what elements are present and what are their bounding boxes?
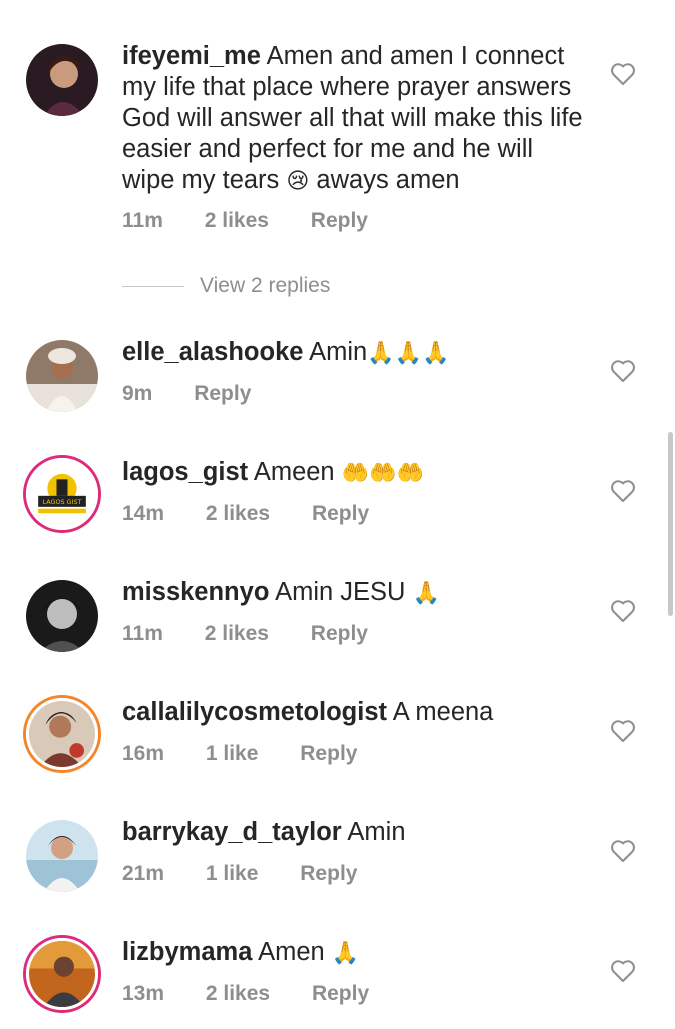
avatar[interactable]: LAGOS GIST xyxy=(26,458,98,530)
heart-outline-icon[interactable] xyxy=(610,62,636,86)
comment-text: callalilycosmetologist A meena xyxy=(122,697,592,728)
heart-outline-icon[interactable] xyxy=(610,839,636,863)
comment-username[interactable]: misskennyo xyxy=(122,578,269,606)
scrollbar[interactable] xyxy=(668,432,673,616)
comment-meta: 9m Reply xyxy=(122,382,287,406)
comment-body: Amin xyxy=(347,818,406,846)
comment-time: 9m xyxy=(122,382,153,405)
comment-time: 14m xyxy=(122,502,165,525)
comment-body-continued: aways amen xyxy=(309,166,460,194)
comment-username[interactable]: barrykay_d_taylor xyxy=(122,818,342,846)
comment-text: lagos_gist Ameen 🤲🤲🤲 xyxy=(122,457,592,489)
comment-emoji: 🙏 xyxy=(331,941,360,966)
comment-time: 21m xyxy=(122,862,165,885)
reply-button[interactable]: Reply xyxy=(312,982,369,1005)
comment-body: A meena xyxy=(392,698,494,726)
comment-body: Amin xyxy=(309,338,368,366)
comment-likes[interactable]: 2 likes xyxy=(205,209,269,232)
comment-meta: 11m 2 likes Reply xyxy=(122,622,404,646)
heart-outline-icon[interactable] xyxy=(610,599,636,623)
reply-button[interactable]: Reply xyxy=(312,502,369,525)
comment-time: 11m xyxy=(122,622,163,645)
comment-text: misskennyo Amin JESU 🙏 xyxy=(122,577,592,609)
comment-emoji: 🙏 xyxy=(412,581,440,606)
comment-text: lizbymama Amen 🙏 xyxy=(122,937,592,969)
comment-likes[interactable]: 1 like xyxy=(206,862,259,885)
avatar-logo-text: LAGOS GIST xyxy=(43,498,82,506)
comment-emoji: 😢 xyxy=(286,169,310,194)
comment-username[interactable]: elle_alashooke xyxy=(122,338,303,366)
comment-text: barrykay_d_taylor Amin xyxy=(122,817,592,848)
avatar[interactable] xyxy=(26,938,98,1010)
comment-meta: 21m 1 like Reply xyxy=(122,862,393,886)
avatar[interactable] xyxy=(26,340,98,412)
reply-button[interactable]: Reply xyxy=(311,622,368,645)
heart-outline-icon[interactable] xyxy=(610,359,636,383)
comment-emoji: 🤲🤲🤲 xyxy=(341,461,424,486)
reply-button[interactable]: Reply xyxy=(300,742,357,765)
comment-meta: 11m 2 likes Reply xyxy=(122,209,404,233)
comment-username[interactable]: lagos_gist xyxy=(122,458,248,486)
heart-outline-icon[interactable] xyxy=(610,719,636,743)
reply-button[interactable]: Reply xyxy=(194,382,251,405)
comment-username[interactable]: callalilycosmetologist xyxy=(122,698,387,726)
view-replies-button[interactable]: View 2 replies xyxy=(122,272,330,300)
comment-emoji: 🙏🙏🙏 xyxy=(367,341,450,366)
heart-outline-icon[interactable] xyxy=(610,479,636,503)
comment-username[interactable]: ifeyemi_me xyxy=(122,42,261,70)
comment-likes[interactable]: 1 like xyxy=(206,742,259,765)
avatar[interactable] xyxy=(26,698,98,770)
reply-button[interactable]: Reply xyxy=(311,209,368,232)
comment-body: Amin JESU xyxy=(275,578,406,606)
comment-time: 16m xyxy=(122,742,165,765)
comment-likes[interactable]: 2 likes xyxy=(206,982,270,1005)
comment-likes[interactable]: 2 likes xyxy=(206,502,270,525)
comment-meta: 16m 1 like Reply xyxy=(122,742,393,766)
replies-divider xyxy=(122,285,184,287)
avatar[interactable] xyxy=(26,820,98,892)
comment-time: 11m xyxy=(122,209,163,232)
comment-text: ifeyemi_me Amen and amen I connect my li… xyxy=(122,41,592,197)
comment-text: elle_alashooke Amin🙏🙏🙏 xyxy=(122,337,592,369)
comment-meta: 13m 2 likes Reply xyxy=(122,982,405,1006)
comment-time: 13m xyxy=(122,982,165,1005)
comment-username[interactable]: lizbymama xyxy=(122,938,252,966)
comment-likes[interactable]: 2 likes xyxy=(205,622,269,645)
reply-button[interactable]: Reply xyxy=(300,862,357,885)
comment-meta: 14m 2 likes Reply xyxy=(122,502,405,526)
comment-body: Amen xyxy=(258,938,325,966)
view-replies-label: View 2 replies xyxy=(200,274,331,297)
comment-body: Ameen xyxy=(253,458,335,486)
heart-outline-icon[interactable] xyxy=(610,959,636,983)
avatar[interactable] xyxy=(26,44,98,116)
avatar[interactable] xyxy=(26,580,98,652)
